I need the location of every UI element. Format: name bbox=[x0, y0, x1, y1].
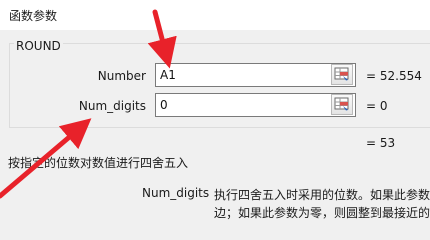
arg-number-label: Number bbox=[97, 69, 146, 83]
arg-number-value: A1 bbox=[160, 68, 176, 82]
arg-help-name: Num_digits bbox=[142, 186, 210, 200]
dialog-titlebar: 函数参数 bbox=[0, 0, 430, 30]
dialog-title: 函数参数 bbox=[9, 9, 58, 23]
arg-num-digits-value: 0 bbox=[160, 98, 168, 112]
arg-num-digits-result: = 0 bbox=[366, 99, 388, 113]
arg-help-text-line2: 边；如果此参数为零，则圆整到最接近的 bbox=[214, 206, 430, 220]
range-select-button[interactable] bbox=[331, 64, 353, 85]
arg-number-result: = 52.554 bbox=[366, 69, 422, 83]
formula-result: = 53 bbox=[366, 136, 396, 150]
range-select-button[interactable] bbox=[331, 94, 353, 115]
function-name-label: ROUND bbox=[14, 39, 63, 53]
arg-number-input[interactable]: A1 bbox=[155, 63, 356, 87]
arg-num-digits-label: Num_digits bbox=[78, 99, 146, 113]
function-description: 按指定的位数对数值进行四舍五入 bbox=[8, 156, 189, 170]
arg-num-digits-input[interactable]: 0 bbox=[155, 93, 356, 117]
arg-help-text-line1: 执行四舍五入时采用的位数。如果此参数 bbox=[214, 188, 430, 202]
